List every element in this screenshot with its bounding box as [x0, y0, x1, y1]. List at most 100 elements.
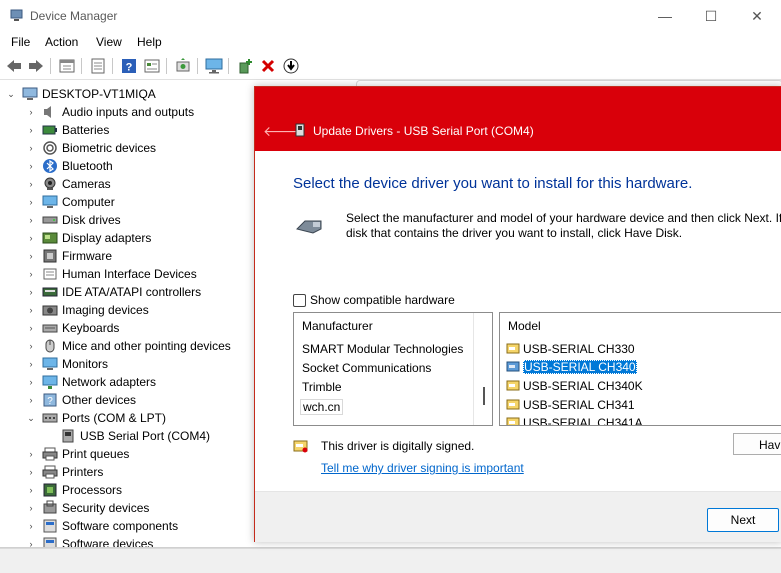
help-icon[interactable]: ? [120, 57, 138, 75]
chevron-right-icon[interactable]: › [26, 197, 36, 207]
tree-item-label: Processors [62, 483, 123, 497]
tree-item[interactable]: › Print queues [26, 445, 130, 463]
vertical-scrollbar[interactable] [483, 387, 485, 405]
chevron-down-icon[interactable]: ⌄ [26, 413, 36, 423]
tree-item-label: Ports (COM & LPT) [62, 411, 167, 425]
chevron-right-icon[interactable]: › [26, 323, 36, 333]
close-button[interactable]: ✕ [734, 0, 780, 32]
details-icon[interactable] [143, 57, 161, 75]
tree-item-label: Human Interface Devices [62, 267, 197, 281]
chevron-right-icon[interactable]: › [26, 521, 36, 531]
menu-action[interactable]: Action [45, 35, 78, 49]
tree-root-label: DESKTOP-VT1MIQA [42, 87, 156, 101]
tree-item[interactable]: › Security devices [26, 499, 149, 517]
chevron-right-icon[interactable]: › [26, 287, 36, 297]
tree-item[interactable]: › Imaging devices [26, 301, 149, 319]
chevron-right-icon[interactable]: › [26, 395, 36, 405]
tree-item[interactable]: › Network adapters [26, 373, 156, 391]
toolbar: ? [0, 53, 781, 80]
menu-file[interactable]: File [11, 35, 30, 49]
tree-item[interactable]: › IDE ATA/ATAPI controllers [26, 283, 202, 301]
tree-item[interactable]: › Bluetooth [26, 157, 113, 175]
chevron-right-icon[interactable]: › [26, 485, 36, 495]
tree-item[interactable]: › Firmware [26, 247, 113, 265]
tree-item[interactable]: › Software components [26, 517, 179, 535]
tree-item[interactable]: › Audio inputs and outputs [26, 103, 195, 121]
status-bar [0, 548, 781, 573]
tree-root[interactable]: ⌄ DESKTOP-VT1MIQA [6, 85, 156, 103]
menu-view[interactable]: View [96, 35, 122, 49]
chevron-right-icon[interactable]: › [26, 305, 36, 315]
display-adapter-icon [42, 230, 58, 246]
show-compatible-checkbox[interactable]: Show compatible hardware [293, 293, 455, 307]
chevron-right-icon[interactable]: › [26, 467, 36, 477]
minimize-button[interactable]: — [642, 0, 688, 32]
list-item[interactable]: Socket Communications [302, 361, 431, 375]
list-icon[interactable] [89, 57, 107, 75]
tree-item-label: Print queues [62, 447, 130, 461]
add-driver-icon[interactable] [236, 57, 254, 75]
tree-item[interactable]: › Keyboards [26, 319, 120, 337]
chevron-right-icon[interactable]: › [26, 251, 36, 261]
chevron-right-icon[interactable]: › [26, 449, 36, 459]
tree-item[interactable]: › Biometric devices [26, 139, 157, 157]
checkbox-box[interactable] [293, 293, 306, 307]
tree-item[interactable]: › Processors [26, 481, 123, 499]
chevron-right-icon[interactable]: › [26, 107, 36, 117]
next-button[interactable]: Next [707, 508, 779, 532]
chevron-down-icon[interactable]: ⌄ [6, 89, 16, 99]
fingerprint-icon [42, 140, 58, 156]
bluetooth-icon [42, 158, 58, 174]
properties-icon[interactable] [58, 57, 76, 75]
tree-item[interactable]: ›? Other devices [26, 391, 137, 409]
chevron-right-icon[interactable]: › [26, 215, 36, 225]
list-item[interactable]: USB-SERIAL CH341A [506, 416, 643, 425]
list-item[interactable]: wch.cn [300, 399, 344, 415]
tree-item[interactable]: ⌄ Ports (COM & LPT) [26, 409, 166, 427]
list-item-selected[interactable]: USB-SERIAL CH340 [506, 360, 637, 374]
chevron-right-icon[interactable]: › [26, 503, 36, 513]
tree-item[interactable]: › Mice and other pointing devices [26, 337, 231, 355]
dialog-description: Select the manufacturer and model of you… [346, 211, 781, 241]
signed-certificate-icon [293, 440, 308, 453]
tree-item[interactable]: › Human Interface Devices [26, 265, 197, 283]
chevron-right-icon[interactable]: › [26, 359, 36, 369]
device-manager-icon [10, 9, 23, 21]
list-item[interactable]: USB-SERIAL CH340K [506, 379, 643, 393]
list-item[interactable]: USB-SERIAL CH330 [506, 342, 635, 356]
manufacturer-list[interactable]: Manufacturer SMART Modular Technologies … [293, 312, 493, 426]
processor-icon [42, 482, 58, 498]
printer-icon [42, 446, 58, 462]
list-item[interactable]: SMART Modular Technologies [302, 342, 463, 356]
menu-help[interactable]: Help [137, 35, 162, 49]
tree-item[interactable]: › Display adapters [26, 229, 152, 247]
tree-item[interactable]: › Disk drives [26, 211, 121, 229]
list-item[interactable]: USB-SERIAL CH341 [506, 398, 635, 412]
back-icon[interactable] [5, 57, 23, 75]
tree-item-label: Network adapters [62, 375, 157, 389]
tree-item[interactable]: › Batteries [26, 121, 110, 139]
chevron-right-icon[interactable]: › [26, 341, 36, 351]
maximize-button[interactable]: ☐ [688, 0, 734, 32]
forward-icon[interactable] [27, 57, 45, 75]
chevron-right-icon[interactable]: › [26, 125, 36, 135]
monitor-icon[interactable] [205, 57, 223, 75]
uninstall-icon[interactable] [259, 57, 277, 75]
tree-item[interactable]: ›USB Serial Port (COM4) [44, 427, 210, 445]
model-list[interactable]: Model USB-SERIAL CH330 USB-SERIAL CH340 … [499, 312, 781, 426]
chevron-right-icon[interactable]: › [26, 377, 36, 387]
download-icon[interactable] [282, 57, 300, 75]
chevron-right-icon[interactable]: › [26, 161, 36, 171]
list-item[interactable]: Trimble [302, 380, 342, 394]
tree-item[interactable]: › Monitors [26, 355, 109, 373]
chevron-right-icon[interactable]: › [26, 233, 36, 243]
tree-item[interactable]: › Printers [26, 463, 104, 481]
tree-item[interactable]: › Cameras [26, 175, 111, 193]
chevron-right-icon[interactable]: › [26, 143, 36, 153]
chevron-right-icon[interactable]: › [26, 269, 36, 279]
tree-item[interactable]: › Computer [26, 193, 115, 211]
chevron-right-icon[interactable]: › [26, 179, 36, 189]
driver-signing-link[interactable]: Tell me why driver signing is important [321, 461, 524, 475]
have-disk-button[interactable]: Hav [733, 433, 781, 455]
update-icon[interactable] [174, 57, 192, 75]
